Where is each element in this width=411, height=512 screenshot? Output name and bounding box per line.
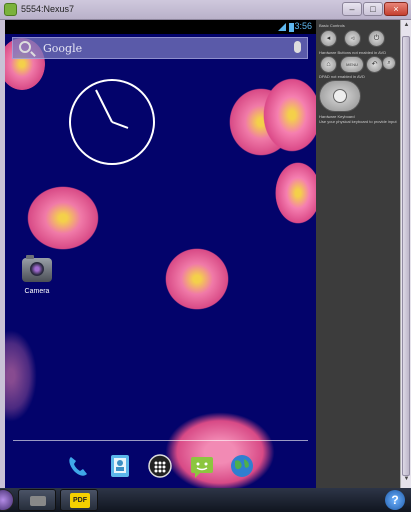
maximize-button[interactable]: □ xyxy=(363,2,383,16)
search-label: Google xyxy=(43,42,83,55)
browser-icon[interactable] xyxy=(229,453,255,479)
hardware-buttons-heading: Hardware Buttons not enabled in AVD xyxy=(319,50,387,55)
camera-icon xyxy=(22,255,52,282)
minimize-button[interactable]: – xyxy=(342,2,362,16)
contacts-icon[interactable] xyxy=(107,453,133,479)
clock-hour-hand xyxy=(111,121,129,129)
emulator-controls-panel: Basic Controls ◂ ◃ ⏻ Hardware Buttons no… xyxy=(316,20,400,488)
hardware-keyboard-note: Use your physical keyboard to provide in… xyxy=(319,119,397,124)
back-icon[interactable]: ↶ xyxy=(366,56,383,73)
wallpaper-flower xyxy=(165,412,275,488)
wallpaper-flower xyxy=(27,186,99,250)
search-icon xyxy=(19,41,31,53)
mic-icon[interactable] xyxy=(294,41,301,53)
messaging-icon[interactable] xyxy=(189,453,215,479)
menu-button[interactable]: MENU xyxy=(340,56,364,73)
scroll-up-icon[interactable]: ▲ xyxy=(402,22,411,32)
taskbar-emulator-button[interactable] xyxy=(18,489,56,511)
analog-clock-widget[interactable] xyxy=(68,78,156,166)
emulator-icon xyxy=(30,496,46,506)
scrollbar-thumb[interactable] xyxy=(402,36,410,476)
volume-up-icon[interactable]: ◃ xyxy=(344,30,361,47)
vertical-scrollbar[interactable]: ▲ ▼ xyxy=(400,20,411,488)
google-search-bar[interactable]: Google xyxy=(12,37,308,59)
dpad-center-button[interactable] xyxy=(333,89,347,103)
status-time: 3:56 xyxy=(294,21,312,31)
phone-icon[interactable] xyxy=(65,453,91,479)
search-key-icon[interactable]: ⌕ xyxy=(382,56,396,70)
wallpaper-flower xyxy=(275,162,316,224)
camera-label: Camera xyxy=(24,288,50,295)
window-title: 5554:Nexus7 xyxy=(21,4,75,14)
wallpaper-flower xyxy=(165,248,229,310)
power-icon[interactable]: ⏻ xyxy=(368,30,385,47)
battery-icon xyxy=(289,23,294,32)
volume-down-icon[interactable]: ◂ xyxy=(320,30,337,47)
wallpaper-flower xyxy=(263,78,316,152)
camera-app-shortcut[interactable]: Camera xyxy=(19,255,55,306)
status-bar: 3:56 xyxy=(5,20,316,34)
all-apps-icon[interactable] xyxy=(147,453,173,479)
wallpaper-flower xyxy=(5,330,37,422)
title-bar[interactable]: 5554:Nexus7 – □ × xyxy=(0,0,411,20)
android-app-icon xyxy=(4,3,17,16)
signal-icon xyxy=(278,23,286,31)
basic-controls-heading: Basic Controls xyxy=(319,23,345,28)
taskbar-pdf-button[interactable]: PDF xyxy=(60,489,98,511)
pdf-icon: PDF xyxy=(70,493,90,508)
help-icon[interactable]: ? xyxy=(385,490,405,510)
clock-minute-hand xyxy=(95,89,113,123)
emulator-window: 5554:Nexus7 – □ × 3:56 Google Camera Bas… xyxy=(0,0,411,512)
close-button[interactable]: × xyxy=(384,2,408,16)
device-screen[interactable]: 3:56 Google Camera xyxy=(5,20,316,488)
windows-taskbar: PDF ? xyxy=(0,488,411,512)
dpad-control[interactable] xyxy=(319,80,361,112)
dpad-heading: DPAD not enabled in AVD xyxy=(319,74,365,79)
scroll-down-icon[interactable]: ▼ xyxy=(402,476,411,486)
home-icon[interactable]: ⌂ xyxy=(320,56,337,73)
start-button[interactable] xyxy=(0,489,14,511)
dock-divider xyxy=(13,440,308,441)
